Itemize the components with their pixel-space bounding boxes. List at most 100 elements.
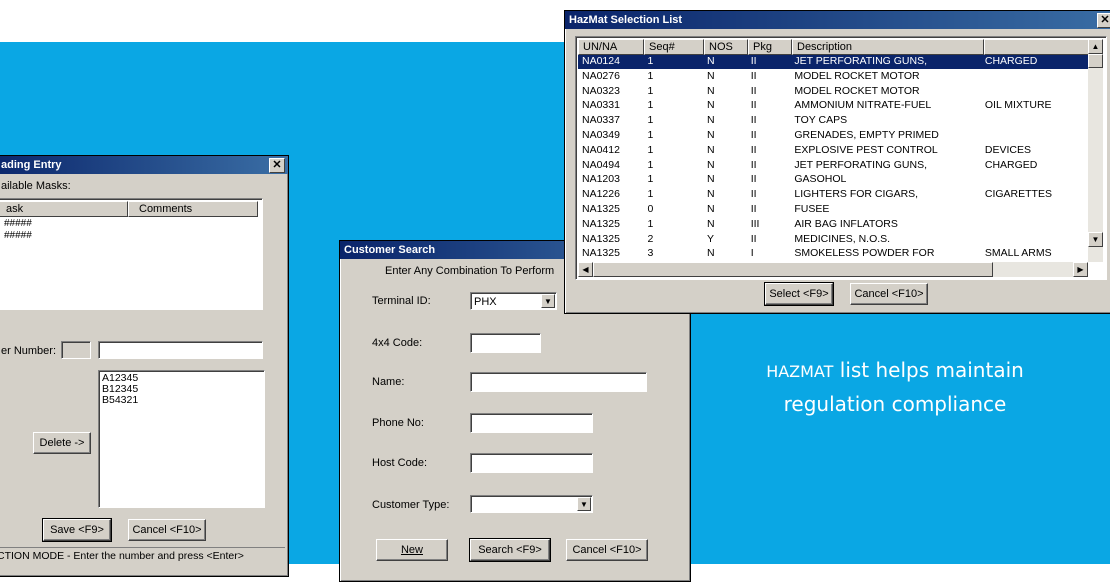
list-item[interactable]: B54321 (102, 395, 138, 406)
cancel-hazmat-button[interactable]: Cancel <F10> (850, 283, 928, 305)
table-cell: N (707, 143, 715, 156)
customer-search-title: Customer Search (344, 244, 436, 256)
table-cell: N (707, 55, 715, 67)
close-icon[interactable]: ✕ (269, 158, 285, 173)
caption-line-1: HAZMAT list helps maintain (700, 354, 1090, 388)
table-cell: MODEL ROCKET MOTOR (794, 84, 920, 97)
number-prefix-field[interactable] (61, 341, 91, 359)
hazmat-list[interactable]: UN/NA Seq# NOS Pkg Description NA0124 1 N I… (575, 36, 1107, 280)
table-row[interactable]: NA0412 1 N II EXPLOSIVE PEST CONTROL DEVICES (578, 144, 1088, 158)
table-row[interactable]: NA0331 1 N II AMMONIUM NITRATE-FUEL OIL MIXTU… (578, 99, 1088, 113)
hscroll-thumb[interactable] (593, 262, 993, 277)
column-header-seq[interactable]: Seq# (644, 39, 704, 55)
cancel-hazmat-button-label: Cancel <F10> (854, 288, 924, 300)
table-cell: II (750, 232, 757, 245)
table-row[interactable]: NA1226 1 N II LIGHTERS FOR CIGARS, CIGARETTES (578, 188, 1088, 202)
delete-button[interactable]: Delete -> (33, 432, 91, 454)
table-cell: 2 (647, 232, 654, 245)
phone-field[interactable] (470, 413, 593, 433)
column-header-mask[interactable]: ask (0, 201, 128, 217)
code-label: 4x4 Code: (372, 337, 423, 349)
scroll-up-icon[interactable]: ▲ (1088, 39, 1103, 54)
table-cell: SMOKELESS POWDER FOR (794, 247, 935, 260)
table-cell (981, 218, 1088, 232)
table-row[interactable]: NA0494 1 N II JET PERFORATING GUNS, CHARGED (578, 159, 1088, 173)
table-row[interactable]: NA1325 2 Y II MEDICINES, N.O.S. (578, 233, 1088, 247)
chevron-down-icon[interactable]: ▼ (577, 497, 591, 511)
table-cell: II (750, 99, 757, 112)
chevron-down-icon[interactable]: ▼ (541, 294, 555, 308)
close-icon[interactable]: ✕ (1097, 13, 1110, 28)
table-cell: 1 (647, 99, 654, 112)
table-cell: CHARGED (984, 55, 1038, 67)
vertical-scrollbar[interactable]: ▲ ▼ (1088, 39, 1103, 262)
table-row[interactable]: NA0349 1 N II GRENADES, EMPTY PRIMED (578, 129, 1088, 143)
entries-list[interactable]: A12345 B12345 B54321 (98, 370, 265, 508)
table-cell: NA0337 (582, 114, 620, 127)
column-header-extra[interactable] (984, 39, 1092, 55)
table-cell: TOY CAPS (794, 114, 848, 127)
scroll-down-icon[interactable]: ▼ (1088, 232, 1103, 247)
table-cell: N (707, 129, 715, 141)
host-field[interactable] (470, 453, 593, 473)
terminal-value: PHX (474, 296, 497, 308)
table-row[interactable]: NA0323 1 N II MODEL ROCKET MOTOR (578, 85, 1088, 99)
caption-hazmat: HAZMAT (766, 362, 834, 381)
hazmat-title: HazMat Selection List (569, 14, 683, 26)
column-header-comments[interactable]: Comments (128, 201, 258, 217)
table-cell: JET PERFORATING GUNS, (794, 158, 928, 171)
terminal-dropdown[interactable]: PHX ▼ (470, 292, 557, 310)
status-bar: CTION MODE - Enter the number and press … (0, 547, 285, 564)
table-cell: JET PERFORATING GUNS, (794, 55, 928, 67)
table-row[interactable]: NA1325 1 N III AIR BAG INFLATORS (578, 218, 1088, 232)
cancel-button[interactable]: Cancel <F10> (128, 519, 206, 541)
table-cell: 1 (647, 84, 654, 97)
table-cell: FUSEE (794, 203, 830, 215)
leading-entry-window: ading Entry ✕ ailable Masks: ask Comment… (0, 155, 289, 577)
caption-line-1-rest: list helps maintain (833, 358, 1024, 382)
table-cell: GRENADES, EMPTY PRIMED (794, 129, 939, 141)
select-button-label: Select <F9> (769, 288, 829, 300)
table-cell: AMMONIUM NITRATE-FUEL (794, 99, 932, 112)
table-cell: NA0323 (582, 84, 620, 97)
table-row[interactable]: NA0124 1 N II JET PERFORATING GUNS, CHARGED (578, 55, 1088, 69)
new-button[interactable]: New (376, 539, 448, 561)
column-header-description[interactable]: Description (792, 39, 984, 55)
list-item[interactable]: ##### (4, 218, 32, 230)
table-cell: N (707, 217, 715, 230)
table-cell: CIGARETTES (984, 188, 1052, 201)
table-cell: II (750, 114, 757, 127)
table-cell: N (707, 69, 715, 82)
number-field[interactable] (98, 341, 263, 359)
horizontal-scrollbar[interactable]: ◀ ▶ (578, 262, 1088, 277)
table-row[interactable]: NA0276 1 N II MODEL ROCKET MOTOR (578, 70, 1088, 84)
table-cell: II (750, 84, 757, 97)
table-cell: III (750, 217, 760, 230)
table-cell: MODEL ROCKET MOTOR (794, 69, 920, 82)
code-field[interactable] (470, 333, 541, 353)
scroll-thumb[interactable] (1088, 54, 1103, 68)
table-row[interactable]: NA0337 1 N II TOY CAPS (578, 114, 1088, 128)
masks-list[interactable]: ask Comments ##### ##### (0, 198, 263, 310)
table-cell: 1 (647, 158, 654, 171)
save-button[interactable]: Save <F9> (42, 518, 112, 542)
column-header-un-na[interactable]: UN/NA (578, 39, 644, 55)
name-field[interactable] (470, 372, 647, 392)
customer-type-dropdown[interactable]: ▼ (470, 495, 593, 513)
table-cell: NA0412 (582, 143, 620, 156)
table-row[interactable]: NA1325 3 N I SMOKELESS POWDER FOR SMALL ARMS (578, 247, 1088, 261)
list-item[interactable]: ##### (4, 230, 32, 242)
table-row[interactable]: NA1325 0 N II FUSEE (578, 203, 1088, 217)
select-button[interactable]: Select <F9> (764, 282, 834, 306)
scroll-right-icon[interactable]: ▶ (1073, 262, 1088, 277)
search-button[interactable]: Search <F9> (469, 538, 551, 562)
scroll-left-icon[interactable]: ◀ (578, 262, 593, 277)
save-button-label: Save <F9> (50, 524, 104, 536)
name-label: Name: (372, 376, 405, 388)
column-header-pkg[interactable]: Pkg (748, 39, 792, 55)
table-row[interactable]: NA1203 1 N II GASOHOL (578, 173, 1088, 187)
column-header-nos[interactable]: NOS (704, 39, 748, 55)
delete-button-label: Delete -> (39, 437, 85, 449)
cancel-search-button[interactable]: Cancel <F10> (566, 539, 648, 561)
instruction-text: Enter Any Combination To Perform (385, 265, 555, 277)
